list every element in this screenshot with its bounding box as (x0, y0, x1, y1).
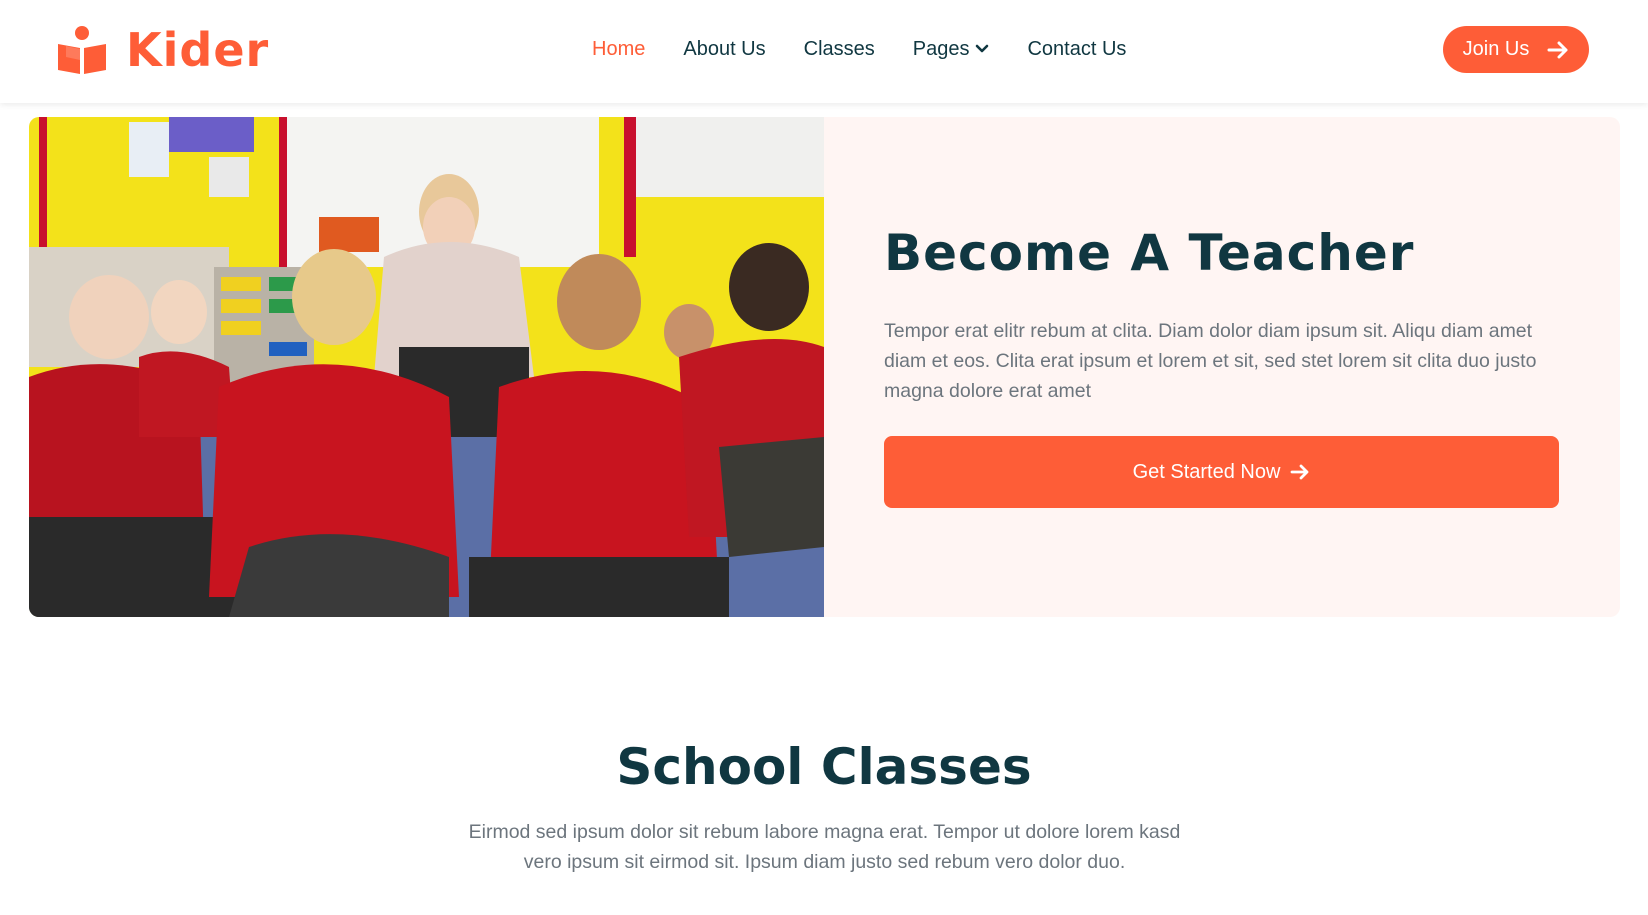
join-us-button[interactable]: Join Us (1443, 26, 1589, 73)
nav-menu: Home About Us Classes Pages Contact Us (592, 34, 1164, 64)
classroom-teacher-with-children-image (29, 117, 824, 617)
nav-item-classes[interactable]: Classes (804, 34, 875, 64)
get-started-label: Get Started Now (1132, 460, 1281, 483)
brand-name: Kider (126, 23, 270, 77)
nav-item-home[interactable]: Home (592, 34, 645, 64)
arrow-right-icon (1291, 464, 1309, 480)
hero-description: Tempor erat elitr rebum at clita. Diam d… (884, 320, 1537, 402)
navbar: Kider Home About Us Classes Pages Contac… (0, 0, 1648, 103)
nav-item-about-us[interactable]: About Us (683, 34, 765, 64)
brand-logo[interactable]: Kider (56, 22, 269, 78)
arrow-right-icon (1547, 41, 1568, 58)
nav-item-pages[interactable]: Pages (913, 34, 990, 64)
nav-item-pages-label: Pages (912, 38, 970, 60)
book-reader-icon (58, 26, 106, 74)
nav-item-contact-us[interactable]: Contact Us (1027, 34, 1126, 64)
section-title: School Classes (616, 738, 1032, 796)
get-started-button[interactable]: Get Started Now (884, 436, 1559, 508)
hero-title: Become A Teacher (884, 224, 1415, 282)
join-us-label: Join Us (1462, 38, 1530, 60)
section-description: Eirmod sed ipsum dolor sit rebum labore … (468, 821, 1181, 873)
chevron-down-icon (976, 44, 989, 53)
hero-illustration (29, 117, 824, 617)
